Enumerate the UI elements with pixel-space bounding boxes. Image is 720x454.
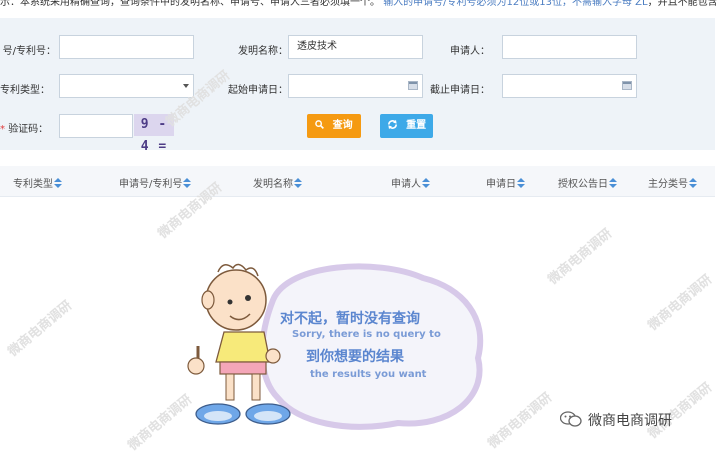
- column-header-app-date[interactable]: 申请日: [486, 175, 525, 190]
- reset-button-label: 重置: [406, 120, 427, 131]
- reset-button[interactable]: 重置: [380, 114, 433, 138]
- app-number-input[interactable]: [59, 35, 194, 59]
- sort-icon[interactable]: [422, 178, 430, 188]
- applicant-label: 申请人：: [450, 46, 490, 57]
- invention-name-input[interactable]: 透皮技术: [288, 35, 423, 59]
- dropdown-arrow-icon: [183, 84, 189, 88]
- sort-icon[interactable]: [609, 178, 617, 188]
- search-icon: [315, 120, 327, 131]
- required-mark: *: [0, 124, 5, 135]
- calendar-icon[interactable]: [408, 81, 418, 90]
- empty-state: 对不起，暂时没有查询 Sorry, there is no query to 到…: [178, 258, 498, 448]
- sort-icon[interactable]: [689, 178, 697, 188]
- query-button[interactable]: 查询: [307, 114, 361, 138]
- watermark-text: 微商电商调研: [545, 226, 615, 288]
- brand-watermark: 微商电商调研: [559, 409, 672, 433]
- notice-text-main: 示：本系统采用精确查询，查询条件中的发明名称、申请号、申请人三者必须填一个。: [0, 0, 380, 8]
- column-header-main-class[interactable]: 主分类号: [648, 175, 697, 190]
- empty-state-title-2: 到你想要的结果: [306, 349, 404, 365]
- notice-text-tail: ，并且不能包含: [647, 0, 718, 8]
- results-table-header: 专利类型 申请号/专利号 发明名称 申请人 申请日 授权公告日 主分类号: [0, 166, 715, 197]
- column-header-grant-date[interactable]: 授权公告日: [558, 175, 617, 190]
- sort-icon[interactable]: [183, 178, 192, 188]
- sort-icon[interactable]: [294, 178, 302, 188]
- empty-state-subtitle: Sorry, there is no query to: [292, 329, 441, 340]
- column-header-applicant[interactable]: 申请人: [391, 175, 430, 190]
- brand-name: 微商电商调研: [588, 413, 672, 429]
- end-date-label: 截止申请日：: [430, 85, 490, 96]
- notice-text: 示：本系统采用精确查询，查询条件中的发明名称、申请号、申请人三者必须填一个。 输…: [0, 0, 720, 10]
- patent-type-label: 专利类型：: [0, 85, 50, 96]
- column-header-invention-name[interactable]: 发明名称: [253, 175, 302, 190]
- search-form: 号/专利号： 发明名称： 透皮技术 申请人： 专利类型： 起始申请日： 截止申请…: [0, 18, 715, 154]
- notice-text-highlight: 输入的申请号/专利号必须为12位或13位，不需输入字母 ZL: [383, 0, 648, 8]
- captcha-input[interactable]: [59, 114, 133, 138]
- invention-name-label: 发明名称：: [238, 46, 288, 57]
- query-button-label: 查询: [332, 120, 353, 131]
- watermark-text: 微商电商调研: [5, 298, 75, 360]
- column-header-app-number[interactable]: 申请号/专利号: [119, 175, 192, 190]
- start-date-input[interactable]: [288, 74, 423, 98]
- app-number-label: 号/专利号：: [2, 46, 56, 57]
- empty-state-subtitle-2: the results you want: [310, 369, 427, 380]
- captcha-label-text: 验证码：: [8, 124, 49, 135]
- captcha-label: * 验证码：: [0, 120, 49, 135]
- sort-icon[interactable]: [54, 178, 62, 188]
- sort-icon[interactable]: [517, 178, 525, 188]
- calendar-icon[interactable]: [622, 81, 632, 90]
- column-header-patent-type[interactable]: 专利类型: [13, 175, 62, 190]
- wechat-icon: [559, 411, 582, 427]
- watermark-text: 微商电商调研: [645, 272, 715, 334]
- patent-type-select[interactable]: [59, 74, 194, 98]
- applicant-input[interactable]: [502, 35, 637, 59]
- refresh-icon: [387, 119, 401, 131]
- empty-state-title: 对不起，暂时没有查询: [280, 311, 420, 327]
- end-date-input[interactable]: [502, 74, 637, 98]
